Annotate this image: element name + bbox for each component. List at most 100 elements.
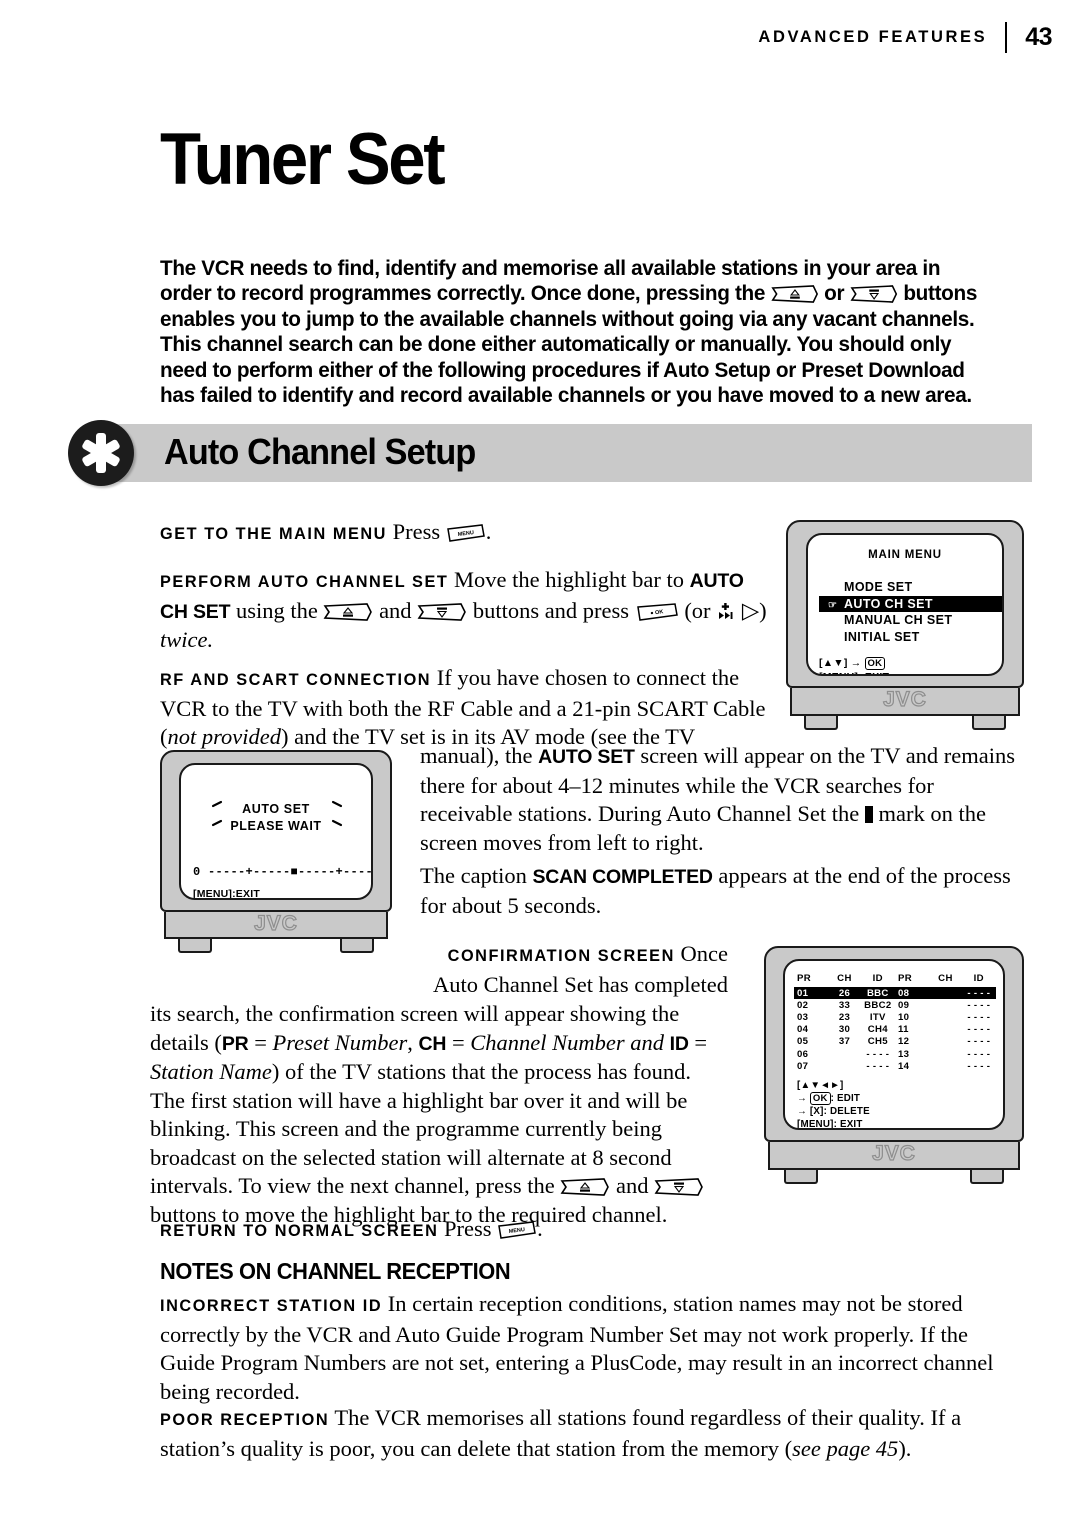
flash-marks-right-icon <box>329 799 345 833</box>
cell-id: CH5 <box>867 1036 888 1048</box>
step-perform-auto-channel-set: PERFORM AUTO CHANNEL SET Move the highli… <box>160 566 770 655</box>
step-text-3: and <box>373 597 418 623</box>
para-italic-channel-number: Channel Number and <box>470 1029 670 1055</box>
osd-footer-legend: [▲▼] → OK [MENU]: EXIT <box>808 657 1002 674</box>
menu-item-manual-ch-set[interactable]: MANUAL CH SET <box>833 612 1002 629</box>
legend-arrows: [▲▼◄►] <box>797 1080 844 1092</box>
menu-item-initial-set[interactable]: INITIAL SET <box>833 629 1002 646</box>
page-running-header: ADVANCED FEATURES 43 <box>758 18 1052 56</box>
tv-screen: MAIN MENU MODE SET ☞ AUTO CH SET MANUAL C… <box>806 533 1004 676</box>
table-row[interactable]: 02 33 BBC2 09 - - - - <box>794 999 996 1011</box>
step-text-2: using the <box>230 597 324 623</box>
tv-base-panel: JVC <box>790 687 1020 716</box>
step-lead-label: GET TO THE MAIN MENU <box>160 525 387 543</box>
tv-illustration-main-menu: MAIN MENU MODE SET ☞ AUTO CH SET MANUAL C… <box>786 520 1024 732</box>
cell-id: - - - - <box>866 1048 890 1060</box>
channel-down-button-icon <box>654 1176 704 1196</box>
tv-feet <box>160 939 392 955</box>
channel-table-body: 01 26 BBC 08 - - - - 02 33 BBC2 09 - - -… <box>794 987 996 1072</box>
cell-ch2 <box>929 1060 961 1072</box>
note-lead-label: INCORRECT STATION ID <box>160 1297 383 1315</box>
flash-marks-left-icon <box>209 799 225 833</box>
table-row[interactable]: 07 - - - - 14 - - - - <box>794 1060 996 1072</box>
cell-pr2: 14 <box>897 1060 910 1072</box>
tv-base-panel: JVC <box>768 1141 1020 1170</box>
cell-id2: - - - - <box>967 1036 991 1048</box>
note-poor-reception: POOR RECEPTION The VCR memorises all sta… <box>160 1404 1028 1463</box>
step-get-to-main-menu: GET TO THE MAIN MENU Press MENU. <box>160 518 760 549</box>
cell-id2: - - - - <box>967 1024 991 1036</box>
cell-pr2: 08 <box>894 987 930 1000</box>
cell-id: BBC <box>860 987 895 1000</box>
cell-ch2 <box>929 1036 961 1048</box>
cell-id2: - - - - <box>967 1048 991 1060</box>
tv-base-panel: JVC <box>164 911 388 939</box>
cell-pr: 01 <box>794 987 829 1000</box>
para-bold-ch: CH <box>418 1032 447 1055</box>
channel-up-button-icon <box>323 601 373 621</box>
cell-ch: 26 <box>828 987 861 1000</box>
legend-navigate: [▲▼] → OK <box>819 657 1002 671</box>
note-text-2: ). <box>898 1435 912 1461</box>
table-row[interactable]: 01 26 BBC 08 - - - - <box>794 987 996 1000</box>
cell-id2: - - - - <box>967 1060 991 1072</box>
table-row[interactable]: 05 37 CH5 12 - - - - <box>794 1036 996 1048</box>
cell-ch: 37 <box>838 1036 851 1048</box>
para-italic-station-name: Station Name <box>150 1059 272 1084</box>
header-section-label: ADVANCED FEATURES <box>758 27 988 46</box>
para-text-6: = <box>688 1029 708 1055</box>
jvc-logo: JVC <box>871 1141 916 1165</box>
page-number: 43 <box>1025 22 1052 51</box>
tv-screen: PR CH ID PR CH ID 01 26 BBC 08 - - - - 0… <box>783 959 1005 1130</box>
para-italic-preset-number: Preset Number <box>272 1029 408 1055</box>
step-return-to-normal-screen: RETURN TO NORMAL SCREEN Press MENU. <box>160 1215 760 1246</box>
column-header-id-1: ID <box>872 973 883 984</box>
tv-illustration-auto-set: AUTO SET PLEASE WAIT 0 -----+-----■-----… <box>160 750 392 955</box>
step-text-1: Move the highlight bar to <box>454 567 690 592</box>
para-text-8: and <box>610 1173 655 1198</box>
intro-text-part2: or <box>818 281 850 306</box>
cell-id: ITV <box>869 1011 886 1023</box>
para-bold-id: ID <box>669 1032 689 1055</box>
para-text-5: = <box>446 1029 471 1055</box>
osd-progress-bar: 0 -----+-----■-----+-----+ <box>193 865 373 879</box>
cell-ch2 <box>929 1011 961 1023</box>
step-text-6: ▷) <box>736 597 767 623</box>
channel-down-button-icon <box>417 601 467 621</box>
tv-foot-right <box>970 1170 1004 1184</box>
step-text-before: Press <box>392 519 441 544</box>
cell-id2: - - - - <box>967 1011 991 1023</box>
menu-item-label: MANUAL CH SET <box>844 613 953 627</box>
para-bold-scan-completed: SCAN COMPLETED <box>532 866 713 888</box>
para-bold-pr: PR <box>221 1032 249 1055</box>
menu-item-auto-ch-set[interactable]: ☞ AUTO CH SET <box>819 595 1002 612</box>
menu-item-label: INITIAL SET <box>844 629 920 644</box>
section-title: Auto Channel Setup <box>164 431 476 472</box>
para-text-1: The caption <box>420 863 533 888</box>
tv-screen: AUTO SET PLEASE WAIT 0 -----+-----■-----… <box>179 763 373 900</box>
step-text-before: Press <box>444 1216 492 1241</box>
osd-channel-table-wrap: PR CH ID PR CH ID 01 26 BBC 08 - - - - 0… <box>785 961 1003 1128</box>
cell-ch: 30 <box>838 1024 851 1036</box>
cell-pr2: 10 <box>897 1011 910 1023</box>
column-header-pr-1: PR <box>797 973 812 984</box>
cell-ch2 <box>929 987 962 1000</box>
ok-key-badge: OK <box>864 657 886 670</box>
tv-illustration-confirmation-screen: PR CH ID PR CH ID 01 26 BBC 08 - - - - 0… <box>764 946 1024 1186</box>
table-row[interactable]: 06 - - - - 13 - - - - <box>794 1048 996 1060</box>
para-bold-auto-set: AUTO SET <box>538 746 635 768</box>
cell-pr: 06 <box>797 1048 809 1060</box>
page-title: Tuner Set <box>160 118 446 200</box>
step-italic-twice: twice. <box>160 627 214 652</box>
note-lead-label: POOR RECEPTION <box>160 1411 330 1429</box>
table-row[interactable]: 03 23 ITV 10 - - - - <box>794 1011 996 1023</box>
table-row[interactable]: 04 30 CH4 11 - - - - <box>794 1024 996 1036</box>
channel-up-button-icon <box>560 1176 610 1196</box>
channel-table: PR CH ID PR CH ID 01 26 BBC 08 - - - - 0… <box>794 973 996 1072</box>
step-text-5: (or <box>678 597 717 623</box>
column-header-ch-2: CH <box>938 973 953 984</box>
menu-item-mode-set[interactable]: MODE SET <box>833 579 1002 596</box>
progress-block-mark-icon <box>864 806 873 823</box>
tv-feet <box>764 1170 1024 1186</box>
notes-heading: NOTES ON CHANNEL RECEPTION <box>160 1258 511 1284</box>
